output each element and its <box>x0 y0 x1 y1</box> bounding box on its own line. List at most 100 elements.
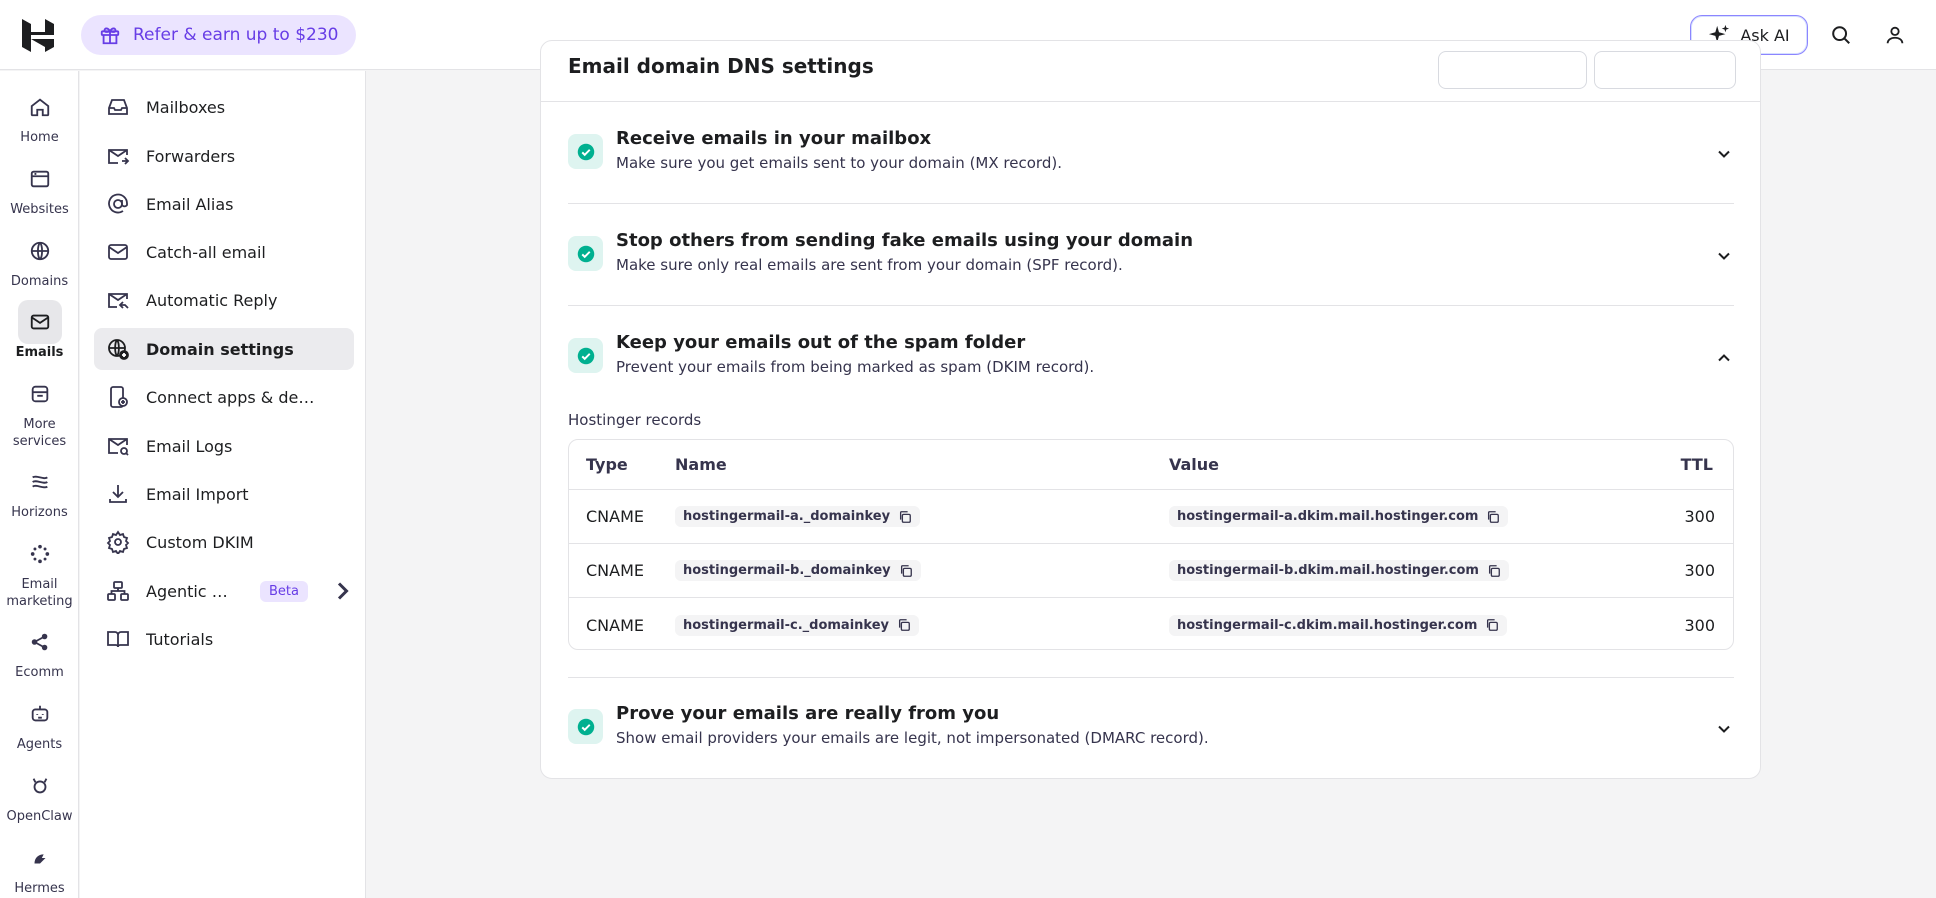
check-circle-icon <box>577 718 594 735</box>
rail-label: OpenClaw <box>6 809 73 824</box>
copy-icon[interactable] <box>1487 564 1501 578</box>
subnav-item-forwarders[interactable]: Forwarders <box>94 135 354 177</box>
card-header: Email domain DNS settings <box>541 41 1760 102</box>
email-sub-navigation: Mailboxes Forwarders Email Alias Catch-a… <box>80 71 366 898</box>
rail-label: Hermes <box>14 881 65 896</box>
chevron-up-icon[interactable] <box>1714 348 1734 368</box>
rail-item-domains[interactable]: Domains <box>0 229 79 290</box>
records-label: Hostinger records <box>568 411 702 429</box>
rail-label: Websites <box>10 202 69 217</box>
check-circle-icon <box>577 143 594 160</box>
rail-item-email-marketing[interactable]: Email marketing <box>0 532 79 610</box>
rail-item-openclaw[interactable]: OpenClaw <box>0 764 79 825</box>
divider <box>568 677 1734 678</box>
gear-icon <box>106 530 130 554</box>
subnav-item-tutorials[interactable]: Tutorials <box>94 618 354 660</box>
rail-item-emails[interactable]: Emails <box>0 300 79 361</box>
search-button[interactable] <box>1821 15 1861 55</box>
gift-icon <box>100 27 120 45</box>
copy-icon[interactable] <box>1485 618 1499 632</box>
rail-label: Emails <box>15 345 64 360</box>
section-description: Prevent your emails from being marked as… <box>616 358 1095 376</box>
check-circle-icon <box>577 347 594 364</box>
copy-icon[interactable] <box>897 618 911 632</box>
rail-item-agents[interactable]: Agents <box>0 692 79 753</box>
subnav-label: Email Import <box>146 484 249 504</box>
cell-ttl: 300 <box>1684 507 1715 526</box>
rail-label: More services <box>12 417 67 449</box>
download-icon <box>109 485 127 503</box>
rail-item-hermes[interactable]: Hermes <box>0 836 79 897</box>
auto-reply-icon <box>108 293 129 309</box>
value-chip[interactable]: hostingermail-a.dkim.mail.hostinger.com <box>1169 506 1509 527</box>
table-header-row: Type Name Value TTL <box>569 440 1733 490</box>
subnav-label: Custom DKIM <box>146 532 254 552</box>
chevron-down-icon[interactable] <box>1714 719 1734 739</box>
section-title: Prove your emails are really from you <box>616 703 1000 724</box>
rail-item-websites[interactable]: Websites <box>0 157 79 218</box>
cell-value: hostingermail-c.dkim.mail.hostinger.com <box>1169 598 1508 649</box>
subnav-label: Email Logs <box>146 436 233 456</box>
cell-value: hostingermail-b.dkim.mail.hostinger.com <box>1169 544 1509 597</box>
cell-name: hostingermail-a._domainkey <box>675 490 921 543</box>
chevron-down-icon[interactable] <box>1714 144 1734 164</box>
subnav-item-mailboxes[interactable]: Mailboxes <box>94 86 354 128</box>
subnav-label: Forwarders <box>146 146 236 166</box>
section-title: Stop others from sending fake emails usi… <box>616 230 1194 251</box>
record-value: hostingermail-c.dkim.mail.hostinger.com <box>1177 617 1478 633</box>
rail-item-horizons[interactable]: Horizons <box>0 460 79 521</box>
rail-item-more-services[interactable]: More services <box>0 372 79 450</box>
record-value: hostingermail-a.dkim.mail.hostinger.com <box>1177 509 1479 524</box>
subnav-label: Agentic mail <box>146 581 239 601</box>
header-action-button-2[interactable] <box>1594 51 1736 89</box>
subnav-item-email-alias[interactable]: Email Alias <box>94 183 354 225</box>
cell-type: CNAME <box>586 615 644 635</box>
rail-label: Horizons <box>11 505 68 520</box>
section-title: Keep your emails out of the spam folder <box>616 332 1026 353</box>
search-icon <box>1832 26 1850 44</box>
globe-settings-icon <box>108 339 129 360</box>
subnav-label: Connect apps & devic... <box>146 387 321 407</box>
subnav-item-email-logs[interactable]: Email Logs <box>94 425 354 467</box>
subnav-item-agentic-mail[interactable]: Agentic mail Beta <box>94 570 354 612</box>
success-check-badge <box>568 134 603 169</box>
account-button[interactable] <box>1875 15 1915 55</box>
store-icon <box>31 385 48 403</box>
subnav-item-custom-dkim[interactable]: Custom DKIM <box>94 521 354 563</box>
device-icon <box>110 386 128 408</box>
chevron-down-icon[interactable] <box>1714 246 1734 266</box>
subnav-item-connect-apps[interactable]: Connect apps & devic... <box>94 376 354 418</box>
refer-earn-button[interactable]: Refer & earn up to $230 <box>81 15 357 55</box>
inbox-icon <box>108 99 128 115</box>
refer-label: Refer & earn up to $230 <box>133 25 339 45</box>
subnav-item-domain-settings[interactable]: Domain settings <box>94 328 354 370</box>
subnav-item-catch-all-email[interactable]: Catch-all email <box>94 231 354 273</box>
hostinger-logo-icon[interactable] <box>22 19 54 52</box>
subnav-item-email-import[interactable]: Email Import <box>94 473 354 515</box>
name-chip[interactable]: hostingermail-c._domainkey <box>675 614 920 636</box>
name-chip[interactable]: hostingermail-b._domainkey <box>675 560 921 581</box>
value-chip[interactable]: hostingermail-b.dkim.mail.hostinger.com <box>1169 560 1509 581</box>
check-circle-icon <box>577 245 594 262</box>
globe-icon <box>30 241 49 261</box>
record-value: hostingermail-b.dkim.mail.hostinger.com <box>1177 563 1479 578</box>
dkim-records-table: Type Name Value TTL CNAME hostingermail-… <box>568 439 1734 650</box>
name-chip[interactable]: hostingermail-a._domainkey <box>675 506 921 527</box>
rail-item-ecomm[interactable]: Ecomm <box>0 620 79 681</box>
book-icon <box>107 631 129 648</box>
main-navigation-rail: Home Websites Domains Emails More servic… <box>0 71 79 898</box>
value-chip[interactable]: hostingermail-c.dkim.mail.hostinger.com <box>1169 614 1508 636</box>
rail-item-home[interactable]: Home <box>0 85 79 146</box>
subnav-item-automatic-reply[interactable]: Automatic Reply <box>94 279 354 321</box>
copy-icon[interactable] <box>1486 510 1500 524</box>
success-check-badge <box>568 338 603 373</box>
subnav-label: Domain settings <box>146 339 294 359</box>
copy-icon[interactable] <box>898 510 912 524</box>
cell-ttl: 300 <box>1684 615 1715 635</box>
header-action-button-1[interactable] <box>1438 51 1587 89</box>
at-icon <box>108 193 128 214</box>
table-row: CNAME hostingermail-a._domainkey hosting… <box>569 490 1733 544</box>
copy-icon[interactable] <box>899 564 913 578</box>
record-name: hostingermail-b._domainkey <box>683 563 891 578</box>
cell-value: hostingermail-a.dkim.mail.hostinger.com <box>1169 490 1509 543</box>
